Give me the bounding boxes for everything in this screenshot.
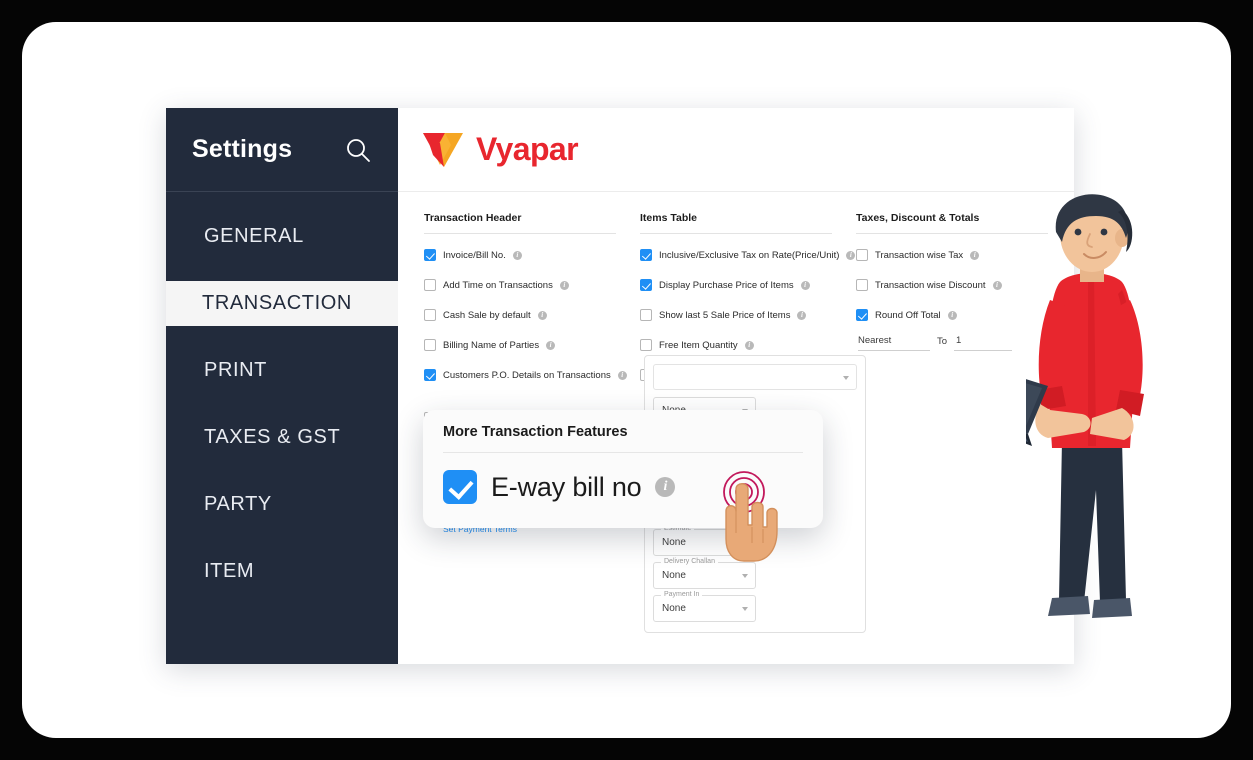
- search-icon[interactable]: [344, 136, 372, 164]
- dropdown-payment-in[interactable]: Payment In None: [653, 591, 756, 622]
- setting-billing-name-of-parties[interactable]: Billing Name of Parties i: [424, 335, 616, 355]
- sidebar-item-label: TAXES & GST: [204, 426, 341, 448]
- chevron-down-icon: [843, 376, 849, 380]
- checkbox[interactable]: [424, 309, 436, 321]
- info-icon[interactable]: i: [546, 340, 556, 350]
- popup-title: More Transaction Features: [443, 424, 803, 453]
- checkbox[interactable]: [640, 249, 652, 261]
- dropdown-value: None: [662, 570, 686, 581]
- setting-customers-po-details[interactable]: Customers P.O. Details on Transactions i: [424, 365, 627, 385]
- setting-label: Invoice/Bill No.: [443, 249, 506, 261]
- illustration-man-holding-laptop: [942, 190, 1154, 655]
- checkbox[interactable]: [640, 309, 652, 321]
- setting-label: Customers P.O. Details on Transactions: [443, 369, 611, 381]
- sidebar-title: Settings: [192, 135, 293, 163]
- sidebar-item-taxes-gst[interactable]: TAXES & GST: [166, 415, 398, 460]
- sidebar-item-item[interactable]: ITEM: [166, 549, 398, 594]
- setting-label: Display Purchase Price of Items: [659, 279, 794, 291]
- setting-round-off-total[interactable]: Round Off Total i: [856, 305, 1048, 325]
- setting-free-item-quantity[interactable]: Free Item Quantity i: [640, 335, 832, 355]
- setting-label: Inclusive/Exclusive Tax on Rate(Price/Un…: [659, 249, 840, 261]
- info-icon[interactable]: i: [559, 280, 569, 290]
- sidebar-item-label: ITEM: [204, 560, 255, 582]
- sidebar-item-party[interactable]: PARTY: [166, 482, 398, 527]
- setting-label: Round Off Total: [875, 309, 941, 321]
- vyapar-mark-icon: [420, 129, 466, 171]
- app-window: Settings GENERAL TRANSACTION PRINT TAXES…: [166, 108, 1074, 664]
- setting-cash-sale-by-default[interactable]: Cash Sale by default i: [424, 305, 616, 325]
- dropdown-value: None: [662, 537, 686, 548]
- sidebar-item-label: PARTY: [204, 493, 272, 515]
- setting-label: E-way bill no: [491, 471, 642, 502]
- setting-label: Free Item Quantity: [659, 339, 738, 351]
- info-icon[interactable]: i: [537, 310, 547, 320]
- info-icon[interactable]: i: [744, 340, 754, 350]
- info-icon[interactable]: i: [970, 250, 980, 260]
- info-icon[interactable]: i: [655, 477, 676, 497]
- content-pane: Vyapar Transaction Header Invoice/Bill N…: [398, 108, 1074, 664]
- round-off-controls: Nearest To 1: [858, 335, 1048, 351]
- checkbox[interactable]: [424, 249, 436, 261]
- pointing-hand-cursor-icon: [716, 477, 786, 568]
- setting-display-purchase-price[interactable]: Display Purchase Price of Items i: [640, 275, 832, 295]
- vyapar-logo: Vyapar: [420, 129, 579, 171]
- round-off-to-label: To: [936, 336, 948, 347]
- vyapar-wordmark: Vyapar: [476, 131, 579, 167]
- checkbox[interactable]: [424, 339, 436, 351]
- checkbox[interactable]: [424, 279, 436, 291]
- info-icon[interactable]: i: [512, 250, 522, 260]
- checkbox[interactable]: [856, 309, 868, 321]
- setting-label: Add Time on Transactions: [443, 279, 553, 291]
- round-off-value-input[interactable]: 1: [954, 335, 1012, 351]
- setting-label: Cash Sale by default: [443, 309, 531, 321]
- info-icon[interactable]: i: [797, 310, 807, 320]
- setting-label: Show last 5 Sale Price of Items: [659, 309, 791, 321]
- setting-label: Transaction wise Discount: [875, 279, 986, 291]
- checkbox[interactable]: [856, 249, 868, 261]
- setting-inclusive-exclusive-tax[interactable]: Inclusive/Exclusive Tax on Rate(Price/Un…: [640, 245, 856, 265]
- info-icon[interactable]: i: [992, 280, 1002, 290]
- sidebar-nav: GENERAL TRANSACTION PRINT TAXES & GST PA…: [166, 192, 398, 594]
- info-icon[interactable]: i: [800, 280, 810, 290]
- checkbox[interactable]: [640, 279, 652, 291]
- checkbox[interactable]: [640, 339, 652, 351]
- dropdown-label: Delivery Challan: [661, 558, 718, 565]
- setting-transaction-wise-tax[interactable]: Transaction wise Tax i: [856, 245, 1048, 265]
- dropdown-value: None: [662, 603, 686, 614]
- checkbox[interactable]: [856, 279, 868, 291]
- sidebar-item-transaction[interactable]: TRANSACTION: [166, 281, 398, 326]
- sidebar-item-label: GENERAL: [204, 225, 304, 247]
- dropdown-hidden-field-1[interactable]: [653, 364, 857, 390]
- device-card: Settings GENERAL TRANSACTION PRINT TAXES…: [22, 22, 1231, 738]
- setting-add-time-on-transactions[interactable]: Add Time on Transactions i: [424, 275, 616, 295]
- sidebar-item-label: PRINT: [204, 359, 267, 381]
- sidebar-item-print[interactable]: PRINT: [166, 348, 398, 393]
- info-icon[interactable]: i: [617, 370, 627, 380]
- checkbox[interactable]: [424, 369, 436, 381]
- column-transaction-header: Transaction Header Invoice/Bill No. i Ad…: [412, 212, 628, 395]
- checkbox[interactable]: [443, 470, 477, 504]
- chevron-down-icon: [742, 607, 748, 611]
- column-title: Taxes, Discount & Totals: [856, 212, 1048, 234]
- info-icon[interactable]: i: [947, 310, 957, 320]
- column-title: Transaction Header: [424, 212, 616, 234]
- brand-bar: Vyapar: [398, 108, 1074, 192]
- setting-label: Transaction wise Tax: [875, 249, 964, 261]
- setting-show-last-5-sale-price[interactable]: Show last 5 Sale Price of Items i: [640, 305, 832, 325]
- column-title: Items Table: [640, 212, 832, 234]
- sidebar-item-general[interactable]: GENERAL: [166, 214, 398, 259]
- setting-label: Billing Name of Parties: [443, 339, 540, 351]
- round-off-nearest-select[interactable]: Nearest: [858, 335, 930, 351]
- sidebar: Settings GENERAL TRANSACTION PRINT TAXES…: [166, 108, 398, 664]
- sidebar-item-label: TRANSACTION: [202, 292, 352, 314]
- dropdown-label: Payment In: [661, 591, 703, 598]
- chevron-down-icon: [742, 574, 748, 578]
- setting-transaction-wise-discount[interactable]: Transaction wise Discount i: [856, 275, 1048, 295]
- sidebar-header: Settings: [166, 108, 398, 192]
- screenshot-root: Settings GENERAL TRANSACTION PRINT TAXES…: [0, 0, 1253, 760]
- setting-invoice-bill-no[interactable]: Invoice/Bill No. i: [424, 245, 616, 265]
